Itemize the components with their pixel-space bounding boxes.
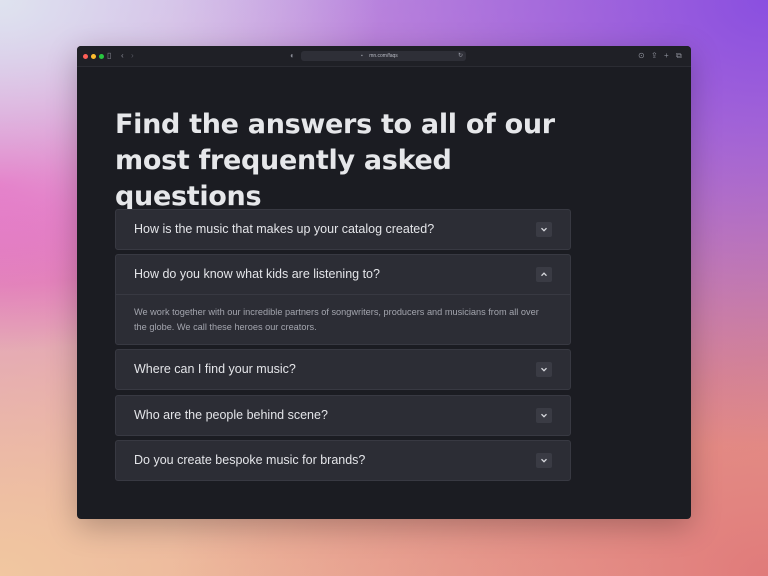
- address-url: mn.com/faqs: [369, 53, 398, 59]
- faq-item[interactable]: Do you create bespoke music for brands?: [115, 440, 571, 481]
- page-title: Find the answers to all of our most freq…: [115, 109, 555, 212]
- chevron-down-icon[interactable]: [536, 222, 552, 237]
- faq-question[interactable]: Where can I find your music?: [134, 350, 296, 389]
- faq-question[interactable]: Who are the people behind scene?: [134, 396, 328, 435]
- faq-question[interactable]: How is the music that makes up your cata…: [134, 210, 434, 249]
- tabs-overview-icon[interactable]: ⧉: [676, 50, 682, 62]
- faq-item[interactable]: How is the music that makes up your cata…: [115, 209, 571, 250]
- share-icon[interactable]: ⇪: [651, 50, 658, 62]
- new-tab-icon[interactable]: +: [664, 50, 669, 62]
- faq-question[interactable]: How do you know what kids are listening …: [134, 255, 380, 294]
- faq-divider: [116, 294, 570, 295]
- faq-question[interactable]: Do you create bespoke music for brands?: [134, 441, 365, 480]
- browser-toolbar: ▯ ‹ › ◐ ▪ mn.com/faqs ↻ ⊙ ⇪ + ⧉: [77, 46, 691, 67]
- faq-answer: We work together with our incredible par…: [134, 307, 539, 332]
- faq-item-expanded[interactable]: How do you know what kids are listening …: [115, 254, 571, 345]
- chevron-down-icon[interactable]: [536, 362, 552, 377]
- zoom-window-button[interactable]: [99, 54, 104, 59]
- forward-icon[interactable]: ›: [131, 50, 134, 62]
- sidebar-toggle-icon[interactable]: ▯: [107, 50, 111, 62]
- close-window-button[interactable]: [83, 54, 88, 59]
- chevron-up-icon[interactable]: [536, 267, 552, 282]
- minimize-window-button[interactable]: [91, 54, 96, 59]
- chevron-down-icon[interactable]: [536, 408, 552, 423]
- browser-window: ▯ ‹ › ◐ ▪ mn.com/faqs ↻ ⊙ ⇪ + ⧉ Find the…: [77, 46, 691, 519]
- privacy-shield-icon[interactable]: ◐: [290, 50, 295, 62]
- faq-item[interactable]: Who are the people behind scene?: [115, 395, 571, 436]
- address-bar[interactable]: ▪ mn.com/faqs ↻: [301, 51, 466, 61]
- faq-item[interactable]: Where can I find your music?: [115, 349, 571, 390]
- chevron-down-icon[interactable]: [536, 453, 552, 468]
- download-icon[interactable]: ⊙: [638, 50, 645, 62]
- back-icon[interactable]: ‹: [121, 50, 124, 62]
- reload-icon[interactable]: ↻: [458, 51, 463, 61]
